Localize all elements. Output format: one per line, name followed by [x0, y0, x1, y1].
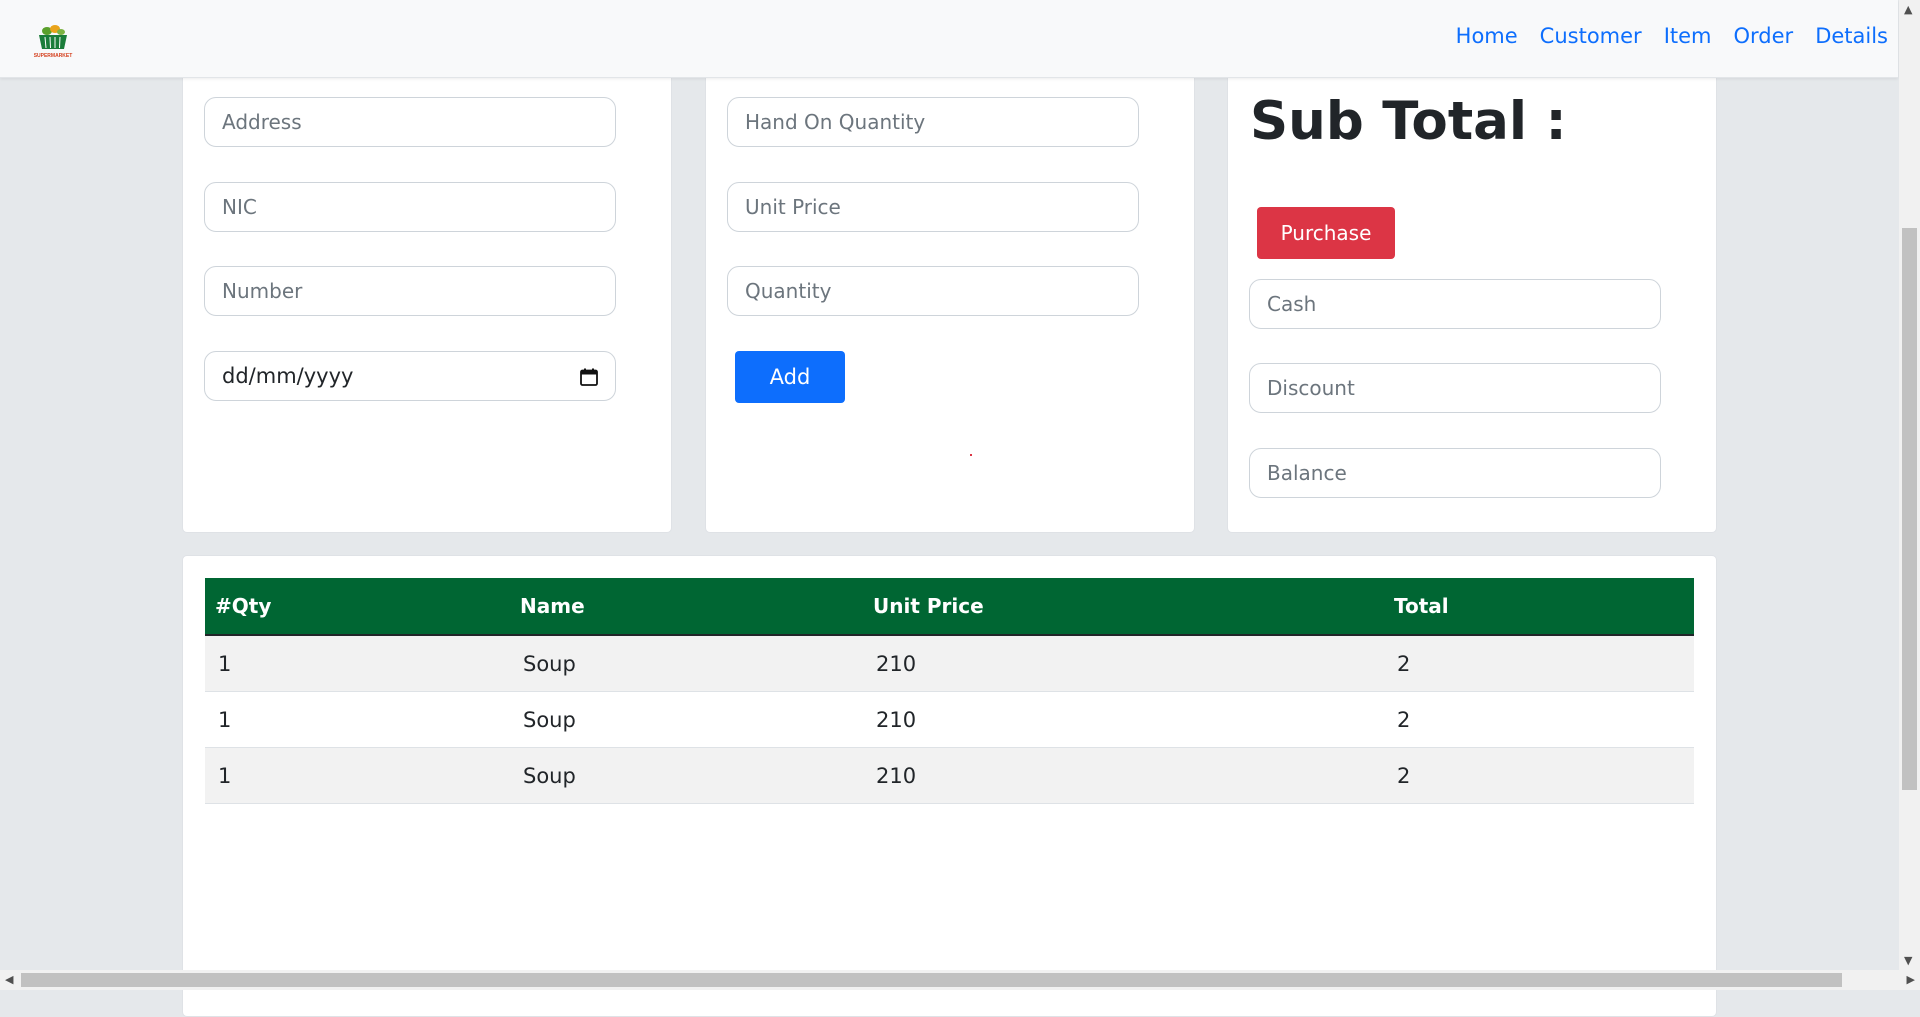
cell-unit-price: 210: [863, 747, 1384, 804]
cell-name: Soup: [510, 691, 863, 748]
navbar: SUPERMARKET Home Customer Item Order Det…: [0, 0, 1898, 78]
address-input[interactable]: [204, 97, 616, 147]
nav-link-home[interactable]: Home: [1456, 24, 1518, 48]
nav-link-details[interactable]: Details: [1815, 24, 1888, 48]
balance-input[interactable]: [1249, 448, 1661, 498]
scroll-down-icon[interactable]: ▼: [1904, 955, 1912, 966]
quantity-input[interactable]: [727, 266, 1139, 316]
table-row[interactable]: 1 Soup 210 2: [205, 635, 1694, 692]
status-dot: [970, 454, 972, 456]
scroll-left-icon[interactable]: ◀: [5, 974, 13, 985]
cell-qty: 1: [205, 691, 510, 748]
supermarket-logo[interactable]: SUPERMARKET: [33, 24, 73, 60]
subtotal-label: Sub Total :: [1250, 91, 1567, 152]
scroll-right-icon[interactable]: ▶: [1907, 974, 1915, 985]
table-row[interactable]: 1 Soup 210 2: [205, 747, 1694, 804]
cell-name: Soup: [510, 635, 863, 692]
vertical-scroll-thumb[interactable]: [1902, 228, 1917, 790]
header-qty: #Qty: [205, 578, 510, 636]
cell-unit-price: 210: [863, 691, 1384, 748]
header-total: Total: [1384, 578, 1694, 636]
header-unit-price: Unit Price: [863, 578, 1384, 636]
nav-link-item[interactable]: Item: [1664, 24, 1712, 48]
customer-card: dd/mm/yyyy: [182, 60, 672, 533]
cart-table: #Qty Name Unit Price Total 1 Soup 210 2 …: [205, 578, 1694, 804]
purchase-button[interactable]: Purchase: [1257, 207, 1395, 259]
date-input[interactable]: dd/mm/yyyy: [204, 351, 616, 401]
discount-input[interactable]: [1249, 363, 1661, 413]
cart-card: #Qty Name Unit Price Total 1 Soup 210 2 …: [182, 555, 1717, 1017]
hand-on-quantity-input[interactable]: [727, 97, 1139, 147]
scroll-up-icon[interactable]: ▲: [1904, 4, 1912, 15]
cell-unit-price: 210: [863, 635, 1384, 692]
cell-qty: 1: [205, 635, 510, 692]
date-value: dd/mm/yyyy: [222, 364, 354, 388]
cash-input[interactable]: [1249, 279, 1661, 329]
unit-price-input[interactable]: [727, 182, 1139, 232]
number-input[interactable]: [204, 266, 616, 316]
nav-links: Home Customer Item Order Details: [1456, 24, 1888, 48]
cell-total: 2: [1384, 635, 1694, 692]
nic-input[interactable]: [204, 182, 616, 232]
horizontal-scrollbar[interactable]: ◀ ▶: [0, 970, 1920, 990]
item-card: Add: [705, 60, 1195, 533]
add-button[interactable]: Add: [735, 351, 845, 403]
nav-link-customer[interactable]: Customer: [1540, 24, 1642, 48]
cell-total: 2: [1384, 691, 1694, 748]
horizontal-scroll-thumb[interactable]: [21, 973, 1842, 987]
calendar-icon[interactable]: [580, 367, 598, 386]
cell-qty: 1: [205, 747, 510, 804]
cell-name: Soup: [510, 747, 863, 804]
payment-card: Sub Total : Purchase: [1227, 60, 1717, 533]
nav-link-order[interactable]: Order: [1734, 24, 1794, 48]
table-row[interactable]: 1 Soup 210 2: [205, 691, 1694, 748]
vertical-scrollbar[interactable]: ▲ ▼: [1899, 0, 1920, 970]
svg-text:SUPERMARKET: SUPERMARKET: [34, 53, 73, 59]
cell-total: 2: [1384, 747, 1694, 804]
table-header-row: #Qty Name Unit Price Total: [205, 578, 1694, 636]
header-name: Name: [510, 578, 863, 636]
